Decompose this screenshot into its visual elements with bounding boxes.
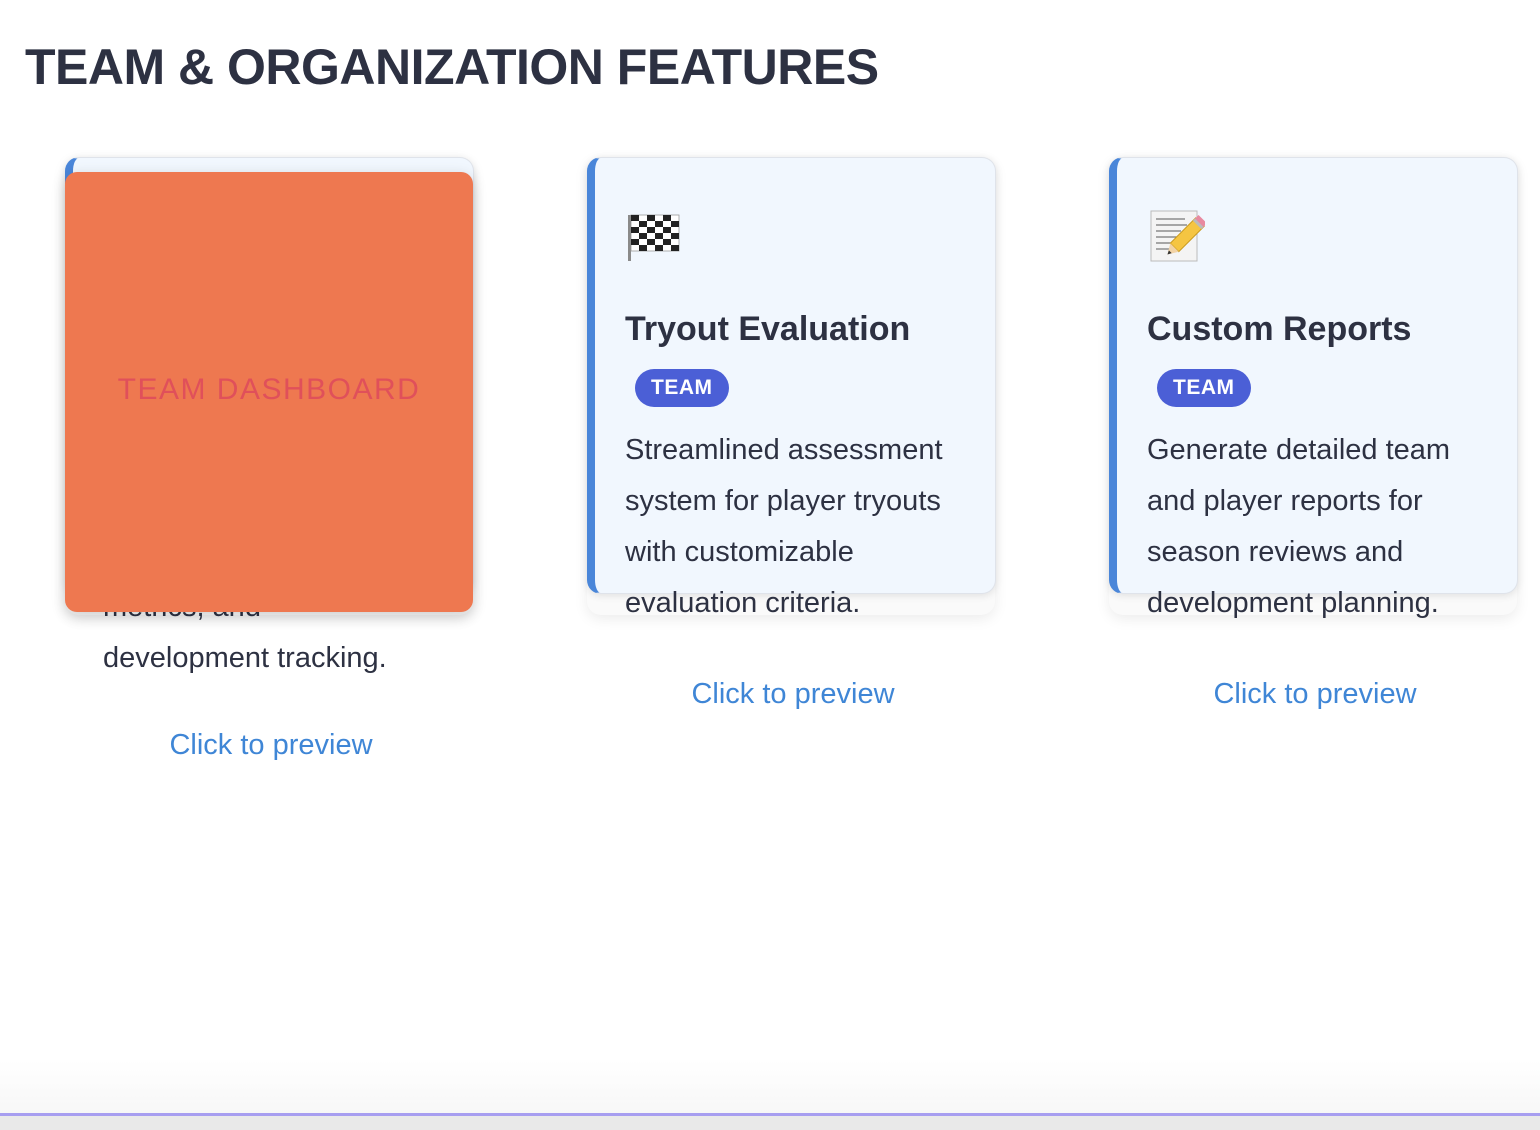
team-dashboard-preview-overlay[interactable]: TEAM DASHBOARD: [65, 172, 473, 612]
card-title: Custom Reports: [1147, 310, 1412, 348]
bottom-strip: [0, 1116, 1540, 1130]
card-description: Generate detailed team and player report…: [1147, 434, 1451, 619]
team-badge: TEAM: [1157, 369, 1251, 407]
card-description: Streamlined assessment system for player…: [625, 434, 943, 619]
features-page: TEAM & ORGANIZATION FEATURES metrics, an…: [0, 0, 1540, 1130]
bottom-fade: [0, 1060, 1540, 1113]
card-title: Tryout Evaluation: [625, 310, 911, 348]
click-to-preview-link[interactable]: Click to preview: [65, 729, 477, 762]
card-content: Custom Reports TEAM Generate detailed te…: [1147, 207, 1492, 629]
memo-pencil-icon: [1150, 210, 1205, 262]
card-content: Tryout Evaluation TEAM Streamlined asses…: [625, 207, 970, 629]
overlay-label: TEAM DASHBOARD: [117, 373, 421, 406]
description-line: development tracking.: [103, 642, 387, 674]
click-to-preview-link[interactable]: Click to preview: [587, 678, 999, 711]
section-title: TEAM & ORGANIZATION FEATURES: [25, 39, 879, 95]
team-badge: TEAM: [635, 369, 729, 407]
click-to-preview-link[interactable]: Click to preview: [1109, 678, 1521, 711]
checkered-flag-icon: [628, 214, 680, 261]
